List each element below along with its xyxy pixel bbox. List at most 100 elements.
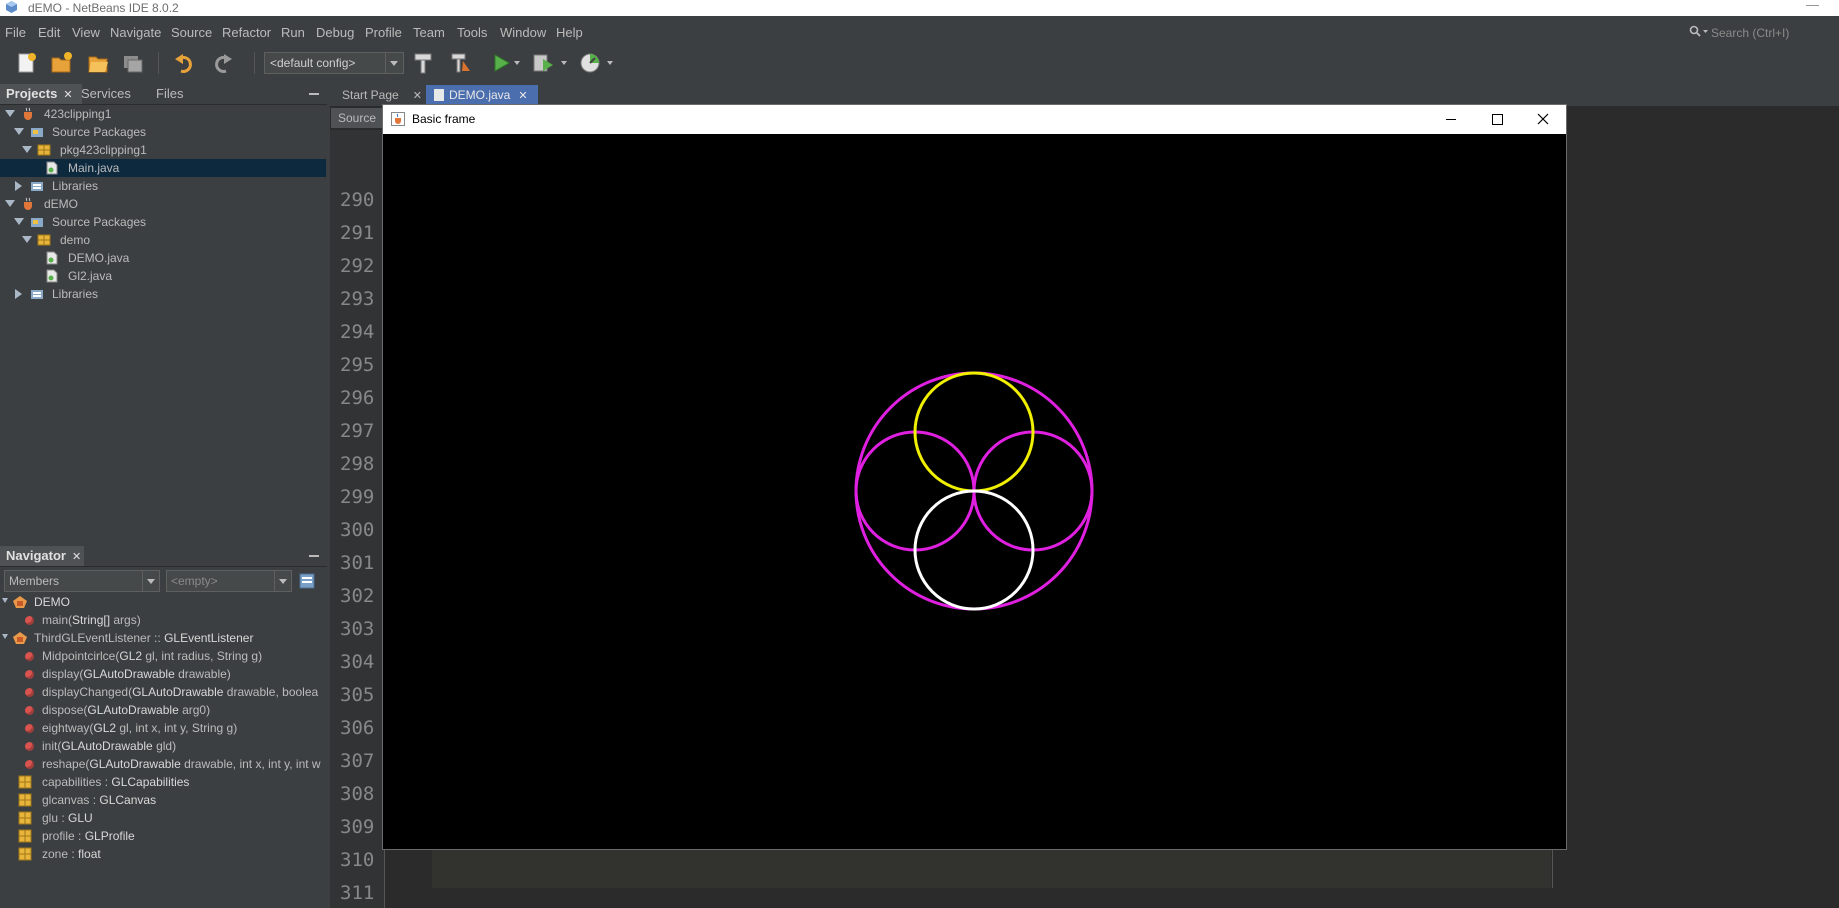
members-combobox[interactable]: Members bbox=[4, 570, 160, 592]
filter-combo-value: <empty> bbox=[171, 574, 218, 588]
navigator-item[interactable]: glu : GLU bbox=[0, 809, 327, 827]
navigator-item[interactable]: zone : float bbox=[0, 845, 327, 863]
menu-help[interactable]: Help bbox=[556, 25, 583, 40]
menu-file[interactable]: File bbox=[5, 25, 26, 40]
menu-edit[interactable]: Edit bbox=[38, 25, 60, 40]
quick-search[interactable]: Search (Ctrl+I) bbox=[1689, 25, 1829, 41]
tree-node-folder[interactable]: Source Packages bbox=[0, 213, 326, 231]
static-method-icon bbox=[25, 616, 34, 625]
navigator-options-icon[interactable] bbox=[299, 573, 315, 589]
expand-toggle-icon[interactable] bbox=[15, 289, 22, 299]
minimize-icon[interactable] bbox=[1428, 105, 1474, 134]
member-name: Midpointcirlce( bbox=[42, 649, 120, 663]
menu-view[interactable]: View bbox=[72, 25, 100, 40]
expand-toggle-icon[interactable] bbox=[14, 218, 24, 225]
tree-node-folder[interactable]: Libraries bbox=[0, 177, 326, 195]
tab-start-page[interactable]: Start Page ✕ bbox=[336, 85, 438, 105]
config-combobox[interactable]: <default config> bbox=[264, 52, 404, 74]
navigator-item[interactable]: Midpointcirlce(GL2 gl, int radius, Strin… bbox=[0, 647, 327, 665]
navigator-item[interactable]: glcanvas : GLCanvas bbox=[0, 791, 327, 809]
close-icon[interactable] bbox=[1520, 105, 1566, 134]
navigator-tab-strip: Navigator ✕ bbox=[0, 546, 327, 567]
new-file-icon[interactable] bbox=[14, 51, 38, 75]
tab-demo-java[interactable]: DEMO.java ✕ bbox=[426, 85, 538, 105]
member-type: GLAutoDrawable bbox=[61, 739, 153, 753]
profile-dropdown-icon[interactable] bbox=[607, 61, 613, 68]
navigator-item[interactable]: profile : GLProfile bbox=[0, 827, 327, 845]
debug-icon[interactable] bbox=[531, 51, 555, 75]
tree-node-package[interactable]: pkg423clipping1 bbox=[0, 141, 326, 159]
expand-toggle-icon[interactable] bbox=[5, 200, 15, 207]
menu-run[interactable]: Run bbox=[281, 25, 305, 40]
profile-icon[interactable] bbox=[578, 51, 602, 75]
menu-team[interactable]: Team bbox=[413, 25, 445, 40]
navigator-item[interactable]: eightway(GL2 gl, int x, int y, String g) bbox=[0, 719, 327, 737]
line-number: 292 bbox=[340, 255, 375, 277]
filter-combobox[interactable]: <empty> bbox=[166, 570, 292, 592]
tree-node-package[interactable]: demo bbox=[0, 231, 326, 249]
line-number: 301 bbox=[340, 552, 375, 574]
menu-debug[interactable]: Debug bbox=[316, 25, 354, 40]
navigator-item[interactable]: init(GLAutoDrawable gld) bbox=[0, 737, 327, 755]
navigator-item[interactable]: reshape(GLAutoDrawable drawable, int x, … bbox=[0, 755, 327, 773]
tab-services[interactable]: Services bbox=[81, 84, 149, 104]
current-line-highlight bbox=[432, 844, 1551, 888]
close-icon[interactable]: ✕ bbox=[63, 89, 72, 101]
tree-node-folder[interactable]: Source Packages bbox=[0, 123, 326, 141]
expand-toggle-icon[interactable] bbox=[15, 181, 22, 191]
expand-toggle-icon[interactable] bbox=[5, 110, 15, 117]
basic-frame-window[interactable]: Basic frame bbox=[382, 104, 1567, 850]
menu-navigate[interactable]: Navigate bbox=[110, 25, 161, 40]
minimize-icon[interactable] bbox=[309, 555, 319, 557]
navigator-item[interactable]: ThirdGLEventListener :: GLEventListener bbox=[0, 629, 327, 647]
tab-navigator[interactable]: Navigator ✕ bbox=[0, 546, 84, 566]
menu-source[interactable]: Source bbox=[171, 25, 212, 40]
expand-toggle-icon[interactable] bbox=[22, 146, 32, 153]
minimize-icon[interactable] bbox=[309, 93, 319, 95]
run-dropdown-icon[interactable] bbox=[514, 61, 520, 68]
menu-tools[interactable]: Tools bbox=[457, 25, 487, 40]
tree-node-file[interactable]: DEMO.java bbox=[0, 249, 326, 267]
expand-toggle-icon[interactable] bbox=[2, 634, 8, 639]
navigator-item[interactable]: capabilities : GLCapabilities bbox=[0, 773, 327, 791]
build-icon[interactable] bbox=[411, 51, 435, 75]
tab-files[interactable]: Files bbox=[156, 84, 206, 104]
close-icon[interactable]: ✕ bbox=[518, 90, 527, 102]
open-project-icon[interactable] bbox=[86, 51, 110, 75]
redo-icon[interactable] bbox=[210, 51, 234, 75]
tree-node-file[interactable]: Main.java bbox=[0, 159, 326, 177]
navigator-item[interactable]: display(GLAutoDrawable drawable) bbox=[0, 665, 327, 683]
java-file-icon bbox=[46, 251, 58, 265]
gl-canvas[interactable] bbox=[383, 134, 1566, 849]
member-type: GLCapabilities bbox=[111, 775, 190, 789]
navigator-item[interactable]: main(String[] args) bbox=[0, 611, 327, 629]
navigator-item-text: DEMO bbox=[34, 593, 70, 611]
menu-window[interactable]: Window bbox=[500, 25, 546, 40]
close-project-icon[interactable] bbox=[121, 51, 145, 75]
frame-title-bar[interactable]: Basic frame bbox=[383, 105, 1566, 134]
maximize-icon[interactable] bbox=[1474, 105, 1520, 134]
clean-build-icon[interactable] bbox=[449, 51, 473, 75]
navigator-item[interactable]: displayChanged(GLAutoDrawable drawable, … bbox=[0, 683, 327, 701]
expand-toggle-icon[interactable] bbox=[2, 598, 8, 603]
expand-toggle-icon[interactable] bbox=[22, 236, 32, 243]
minimize-window-icon[interactable]: — bbox=[1806, 0, 1819, 12]
new-project-icon[interactable] bbox=[49, 51, 73, 75]
navigator-item[interactable]: DEMO bbox=[0, 593, 327, 611]
run-icon[interactable] bbox=[489, 51, 513, 75]
tab-projects[interactable]: Projects ✕ bbox=[0, 84, 82, 104]
source-view-tab[interactable]: Source bbox=[331, 108, 388, 128]
close-icon[interactable]: ✕ bbox=[72, 551, 81, 563]
navigator-item[interactable]: dispose(GLAutoDrawable arg0) bbox=[0, 701, 327, 719]
tree-label: Source Packages bbox=[52, 215, 147, 229]
tree-node-project[interactable]: 423clipping1 bbox=[0, 105, 326, 123]
menu-refactor[interactable]: Refactor bbox=[222, 25, 271, 40]
expand-toggle-icon[interactable] bbox=[14, 128, 24, 135]
menu-profile[interactable]: Profile bbox=[365, 25, 402, 40]
tree-node-folder[interactable]: Libraries bbox=[0, 285, 326, 303]
undo-icon[interactable] bbox=[173, 51, 197, 75]
close-icon[interactable]: ✕ bbox=[413, 90, 422, 102]
debug-dropdown-icon[interactable] bbox=[561, 61, 567, 68]
tree-node-file[interactable]: Gl2.java bbox=[0, 267, 326, 285]
tree-node-project[interactable]: dEMO bbox=[0, 195, 326, 213]
